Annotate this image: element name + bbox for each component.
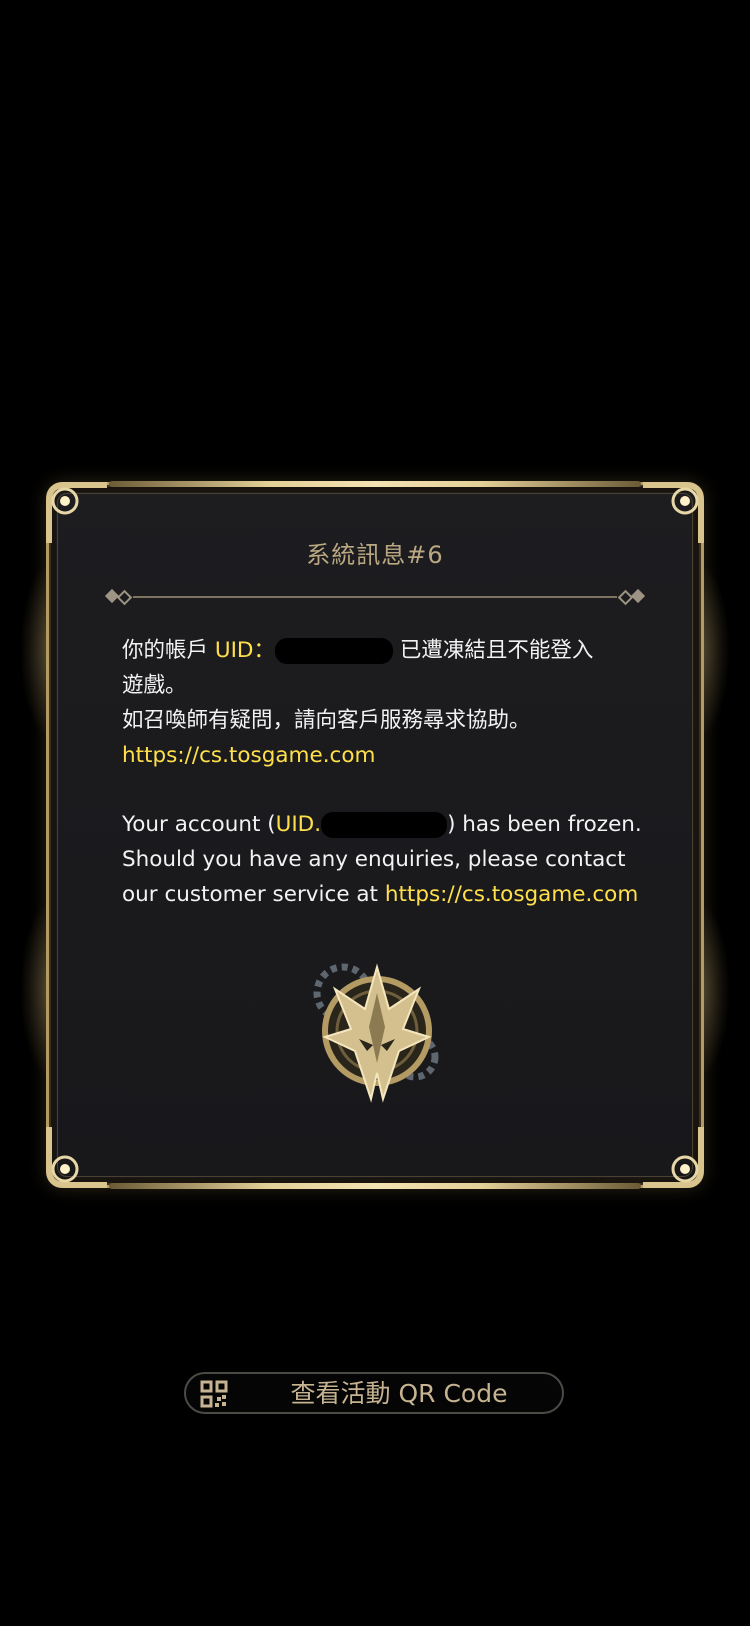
zh-uid-label: UID： — [214, 638, 275, 663]
zh-line-2: 遊戲。 — [122, 673, 187, 698]
en-uid-label: UID. — [275, 812, 322, 837]
system-message-dialog: 系統訊息#6 你的帳戶 UID： 已遭凍結且不能登入 遊戲。 如召喚師有疑問，請… — [46, 481, 704, 1189]
zh-line-1: 你的帳戶 UID： 已遭凍結且不能登入 — [122, 633, 661, 668]
en-support-link[interactable]: https://cs.tosgame.com — [385, 882, 638, 907]
en-frozen-text: ) has been frozen. — [447, 812, 642, 837]
en-account-text: Your account ( — [122, 812, 276, 837]
redacted-uid — [275, 638, 393, 664]
en-line-3: our customer service at https://cs.tosga… — [122, 877, 661, 912]
message-body: 你的帳戶 UID： 已遭凍結且不能登入 遊戲。 如召喚師有疑問，請向客戶服務尋求… — [122, 633, 661, 912]
game-emblem-icon — [313, 963, 439, 1103]
zh-support-link[interactable]: https://cs.tosgame.com — [122, 743, 375, 768]
en-customer-service-text: our customer service at — [122, 882, 378, 907]
zh-frozen-text: 已遭凍結且不能登入 — [399, 638, 594, 663]
view-event-qr-code-button[interactable]: 查看活動 QR Code — [184, 1372, 564, 1414]
en-line-2: Should you have any enquiries, please co… — [122, 847, 626, 872]
frame-corner-ornament — [643, 1127, 704, 1188]
zh-account-text: 你的帳戶 — [122, 638, 209, 663]
zh-line-3: 如召喚師有疑問，請向客戶服務尋求協助。 — [122, 708, 531, 733]
redacted-uid — [321, 812, 448, 838]
frame-bottom-bar — [109, 1183, 641, 1189]
title-divider — [104, 588, 646, 606]
dialog-title: 系統訊息#6 — [306, 541, 444, 569]
qr-code-icon — [200, 1380, 228, 1408]
qr-button-label: 查看活動 QR Code — [290, 1379, 508, 1408]
frame-corner-ornament — [46, 1127, 107, 1188]
frame-top-bar — [109, 481, 641, 487]
en-line-1: Your account (UID. ) has been frozen. — [122, 807, 661, 842]
